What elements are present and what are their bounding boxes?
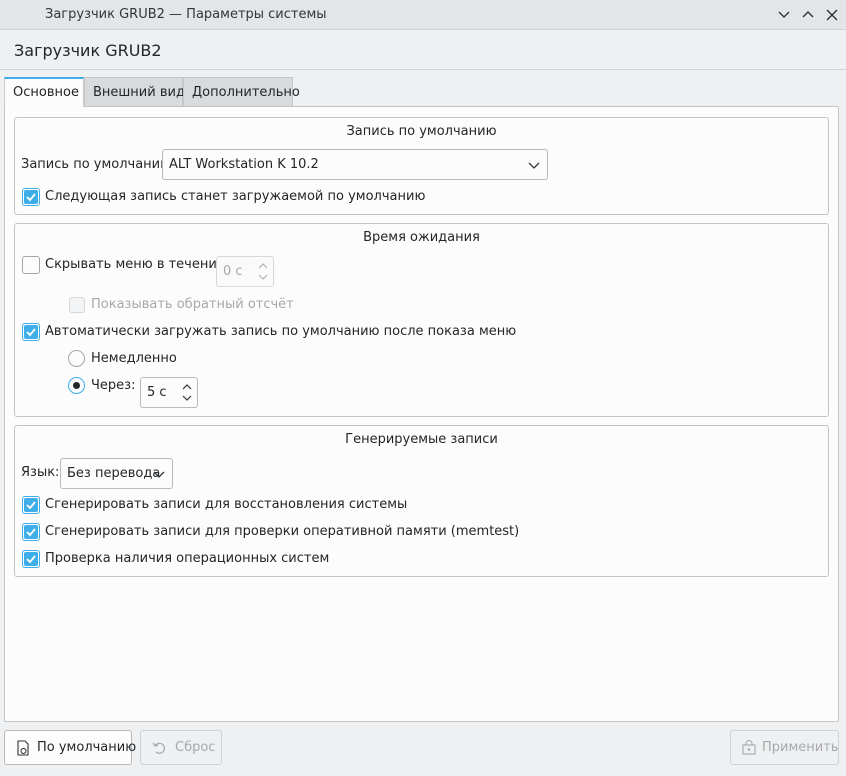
apply-button[interactable]: Применить (730, 730, 839, 765)
page-header: Загрузчик GRUB2 (0, 31, 846, 70)
after-label: Через: (91, 378, 136, 393)
maximize-icon[interactable] (798, 5, 818, 25)
reset-label: Сброс (175, 740, 216, 755)
after-radio[interactable] (68, 377, 85, 394)
spin-up-icon[interactable] (181, 382, 193, 392)
memtest-checkbox[interactable] (22, 523, 40, 541)
title-bar: Загрузчик GRUB2 — Параметры системы (0, 0, 846, 30)
immediately-radio[interactable] (68, 350, 85, 367)
undo-icon (152, 742, 165, 754)
os-prober-label: Проверка наличия операционных систем (45, 551, 330, 566)
chevron-down-icon (153, 471, 165, 478)
apply-label: Применить (762, 740, 839, 755)
defaults-label: По умолчанию (37, 740, 137, 755)
language-combo[interactable]: Без перевода (60, 458, 173, 489)
after-value: 5 с (147, 385, 167, 400)
spin-down-icon[interactable] (257, 272, 269, 282)
default-entry-label: Запись по умолчанию: (21, 157, 176, 172)
minimize-icon[interactable] (774, 5, 794, 25)
generated-group-title: Генерируемые записи (345, 432, 498, 447)
document-revert-icon (17, 740, 29, 756)
checkmark-icon (26, 501, 36, 510)
hide-menu-spinbox[interactable]: 0 с (216, 256, 274, 287)
hide-menu-value: 0 с (223, 264, 243, 279)
close-icon[interactable] (822, 5, 842, 25)
next-entry-label: Следующая запись станет загружаемой по у… (45, 189, 426, 204)
os-prober-checkbox[interactable] (22, 550, 40, 568)
timeout-group-title: Время ожидания (363, 230, 480, 245)
language-label: Язык: (21, 465, 60, 480)
language-value: Без перевода (67, 466, 161, 481)
hide-menu-checkbox[interactable] (22, 256, 40, 274)
tab-basic[interactable]: Основное (4, 77, 84, 107)
checkmark-icon (26, 328, 36, 337)
defaults-button[interactable]: По умолчанию (4, 730, 136, 765)
reset-button[interactable]: Сброс (140, 730, 222, 765)
page-title: Загрузчик GRUB2 (14, 41, 162, 60)
show-countdown-checkbox[interactable] (69, 297, 85, 313)
tab-advanced[interactable]: Дополнительно (183, 77, 300, 107)
auto-boot-checkbox[interactable] (22, 323, 40, 341)
auto-boot-label: Автоматически загружать запись по умолча… (45, 324, 517, 339)
tab-appearance[interactable]: Внешний вид (84, 77, 185, 107)
memtest-label: Сгенерировать записи для проверки операт… (45, 524, 520, 539)
hide-menu-label: Скрывать меню в течение: (45, 257, 230, 272)
checkmark-icon (26, 193, 36, 202)
timeout-group: Время ожидания (14, 223, 829, 417)
recovery-checkbox[interactable] (22, 496, 40, 514)
checkmark-icon (26, 555, 36, 564)
window-title: Загрузчик GRUB2 — Параметры системы (45, 7, 327, 22)
spin-up-icon[interactable] (257, 261, 269, 271)
default-entry-value: ALT Workstation K 10.2 (169, 157, 319, 172)
immediately-label: Немедленно (91, 351, 177, 366)
recovery-label: Сгенерировать записи для восстановления … (45, 497, 408, 512)
checkmark-icon (26, 528, 36, 537)
default-entry-combo[interactable]: ALT Workstation K 10.2 (162, 149, 548, 180)
chevron-down-icon (528, 162, 540, 169)
after-spinbox[interactable]: 5 с (140, 377, 198, 408)
spin-down-icon[interactable] (181, 393, 193, 403)
lock-icon (742, 740, 756, 755)
next-entry-checkbox[interactable] (22, 188, 40, 206)
show-countdown-label: Показывать обратный отсчёт (91, 297, 294, 312)
default-entry-group-title: Запись по умолчанию (346, 124, 497, 139)
